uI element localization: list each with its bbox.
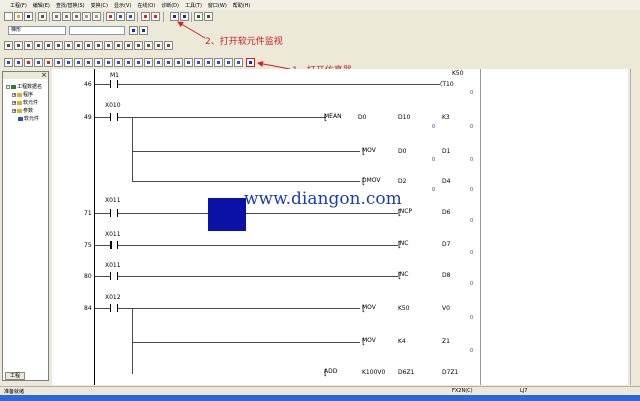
contact-label: M1 <box>110 72 119 79</box>
contact-rising-edge[interactable] <box>110 241 118 249</box>
close-icon[interactable]: × <box>41 72 47 79</box>
expand-icon[interactable]: + <box>12 108 16 113</box>
contact[interactable] <box>110 209 118 217</box>
contact[interactable] <box>110 272 118 280</box>
status-bar: 准备就绪 FX2N(C) LJ7 <box>0 386 640 395</box>
contact[interactable] <box>110 113 118 121</box>
tree-root[interactable]: - 工程数据名 <box>6 83 42 90</box>
ladder-editor[interactable]: 46 M1 K50 (T10 0 49 X010 [MEAN D0 D10 K3… <box>52 69 628 385</box>
contact-label: X011 <box>105 197 121 204</box>
folder-icon <box>17 100 22 105</box>
status-plc-type: FX2N(C) <box>452 388 473 394</box>
cursor-block <box>208 198 246 231</box>
panel-title-bar: × <box>3 72 48 79</box>
tree-program[interactable]: + 程序 <box>12 91 33 98</box>
instr-incp[interactable]: [INCP <box>398 208 412 217</box>
vertical-scrollbar[interactable] <box>630 69 640 385</box>
status-mode: LJ7 <box>520 388 528 394</box>
taskbar <box>0 395 640 401</box>
tree-device-comment[interactable]: + 软元件 <box>12 99 38 106</box>
instr-inc[interactable]: [INC <box>398 271 408 280</box>
arrow-device-monitor <box>177 21 206 39</box>
instr-inc[interactable]: [INC <box>398 240 408 249</box>
contact-label: X012 <box>105 294 121 301</box>
coil[interactable]: (T10 <box>440 81 454 88</box>
watermark: www.diangon.com <box>244 189 402 209</box>
expand-icon[interactable]: + <box>12 100 16 105</box>
contact-label: X011 <box>105 262 121 269</box>
expand-icon[interactable]: + <box>12 92 16 97</box>
instr-mean[interactable]: [MEAN <box>324 113 342 122</box>
instr-mov[interactable]: [MOV <box>362 337 376 346</box>
contact[interactable] <box>110 80 118 88</box>
folder-icon <box>17 92 22 97</box>
tab-project[interactable]: 工程 <box>5 372 25 380</box>
annotation-device-monitor: 2、打开软元件监视 <box>205 37 283 47</box>
right-power-rail <box>480 69 481 385</box>
status-text: 准备就绪 <box>4 389 25 395</box>
project-tree-panel: × - 工程数据名 + 程序 + 软元件 + 参数 软元件 工程 <box>2 71 49 381</box>
step-number: 84 <box>84 305 92 312</box>
tree-parameter[interactable]: + 参数 <box>12 107 33 114</box>
contact-label: X010 <box>105 102 121 109</box>
app-window: 工程(F) 编辑(E) 查找/替换(S) 变换(C) 显示(V) 在线(O) 诊… <box>0 0 640 401</box>
timer-value: K50 <box>452 70 464 77</box>
instr-mov[interactable]: [MOV <box>362 147 376 156</box>
contact-label: X011 <box>105 231 121 238</box>
instr-add[interactable]: [ADD <box>324 368 337 377</box>
step-number: 75 <box>84 242 92 249</box>
instr-mov[interactable]: [MOV <box>362 304 376 313</box>
step-number: 71 <box>84 210 92 217</box>
project-icon <box>11 84 16 89</box>
tree-device-memory[interactable]: 软元件 <box>18 115 39 122</box>
step-number: 49 <box>84 114 92 121</box>
contact[interactable] <box>110 304 118 312</box>
step-number: 46 <box>84 81 92 88</box>
collapse-icon[interactable]: - <box>6 84 10 89</box>
instr-dmov[interactable]: [DMOV <box>362 177 381 186</box>
memory-icon <box>18 116 23 121</box>
step-number: 80 <box>84 273 92 280</box>
folder-icon <box>17 108 22 113</box>
